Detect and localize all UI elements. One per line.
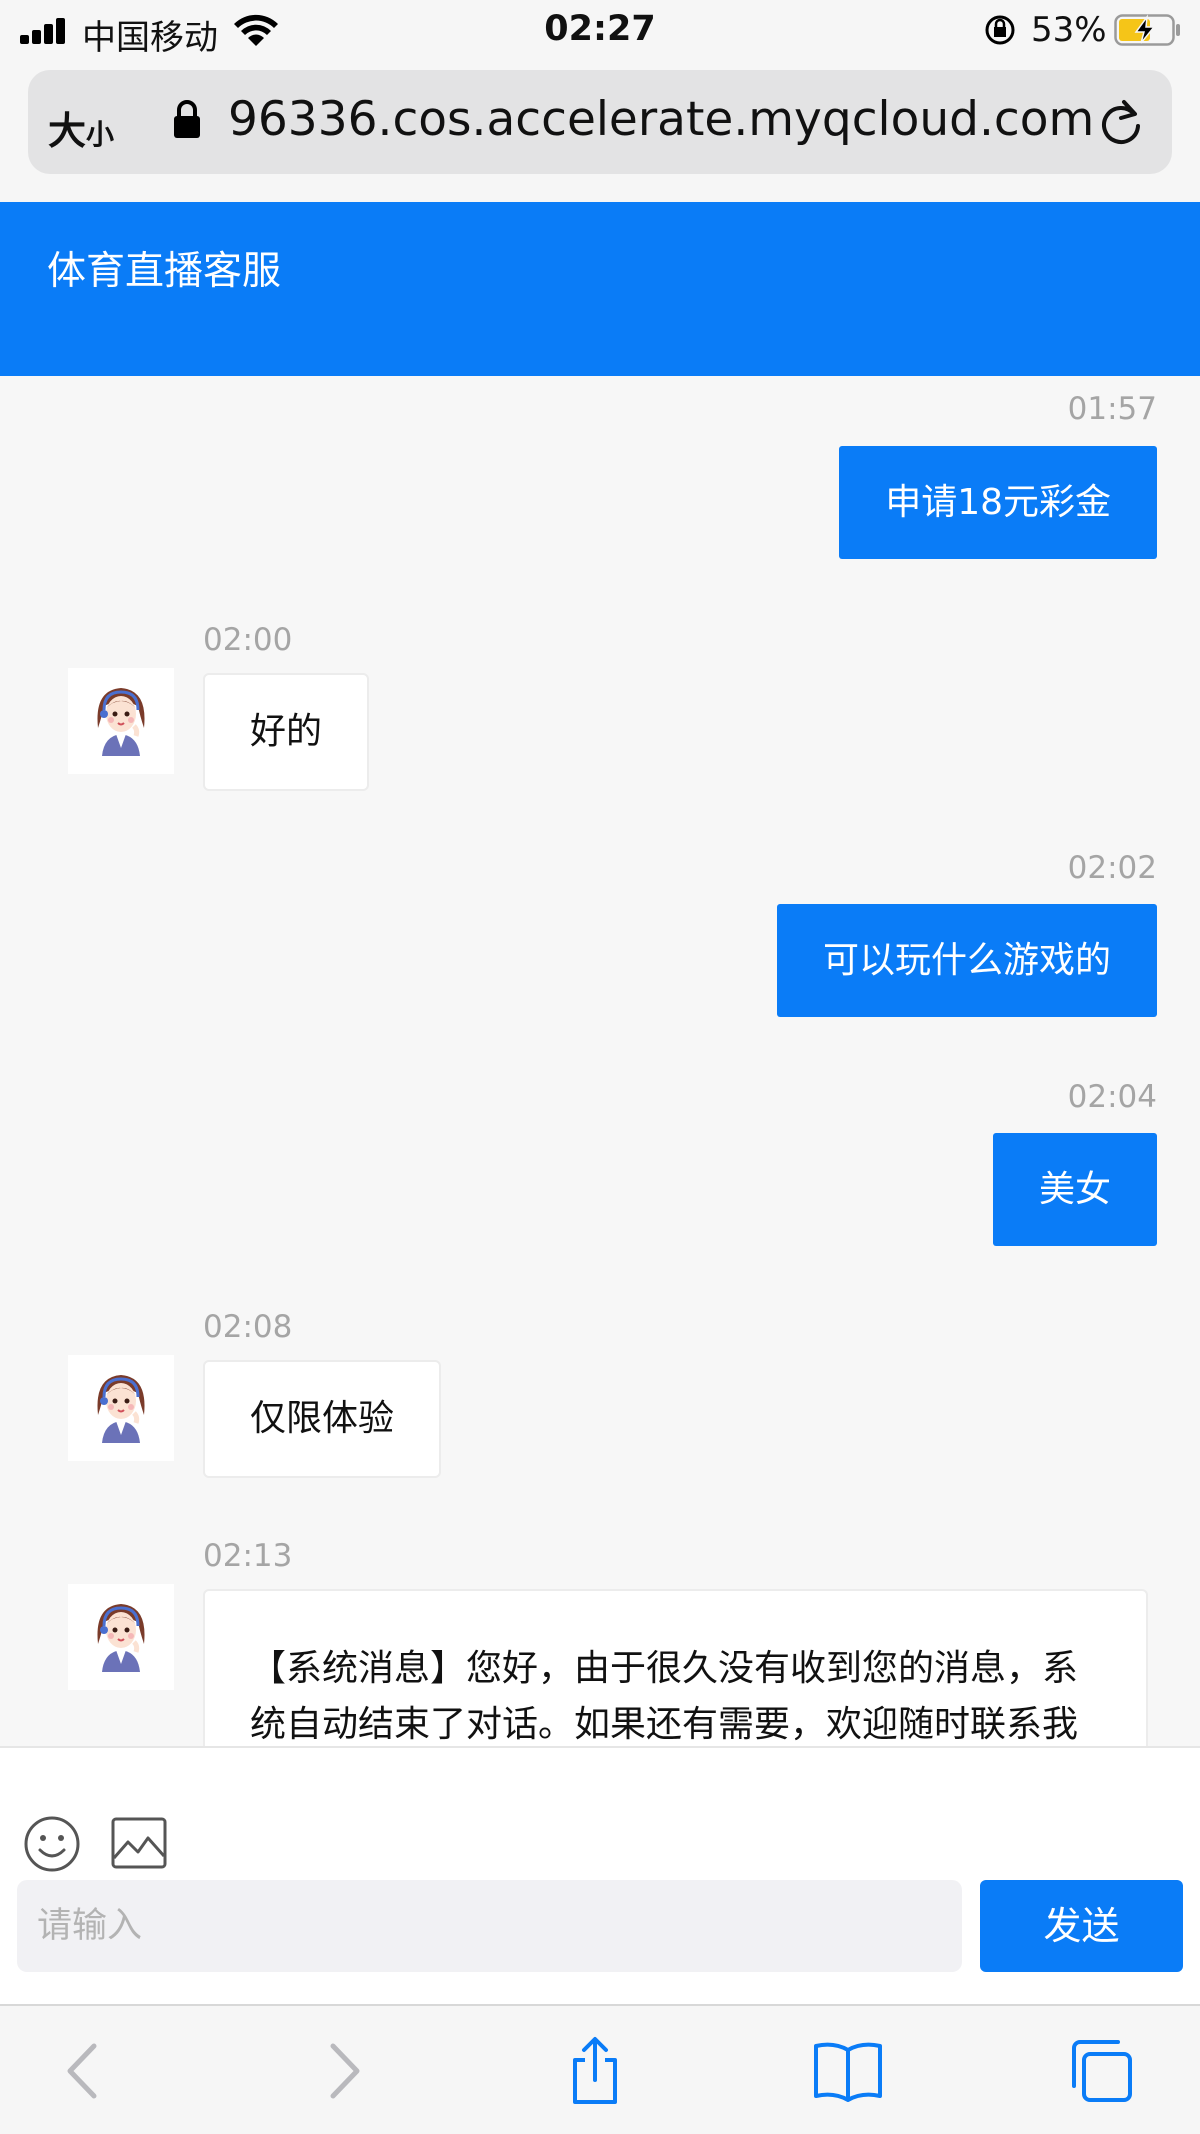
orientation-lock-icon: [985, 15, 1015, 45]
message-timestamp: 02:08: [203, 1309, 293, 1345]
battery-percent: 53%: [1031, 10, 1107, 50]
outgoing-message[interactable]: 可以玩什么游戏的: [776, 904, 1157, 1017]
incoming-message[interactable]: 好的: [203, 673, 370, 791]
status-bar: 中国移动 02:27 53%: [0, 0, 1200, 62]
incoming-message[interactable]: 仅限体验: [203, 1360, 442, 1478]
book-icon[interactable]: [812, 2036, 884, 2106]
tabs-icon[interactable]: [1066, 2036, 1138, 2106]
message-timestamp: 02:00: [203, 622, 293, 658]
image-icon[interactable]: [110, 1816, 168, 1870]
composer: 发送: [0, 1746, 1200, 2004]
system-message[interactable]: 【系统消息】您好，由于很久没有收到您的消息，系统自动结束了对话。如果还有需要，欢…: [203, 1589, 1148, 1746]
message-timestamp: 01:57: [1067, 391, 1157, 427]
battery-icon: [1114, 14, 1180, 46]
chat-messages[interactable]: 01:57 申请18元彩金 02:00 好的 02:02 可以玩什么游戏的 02…: [0, 376, 1200, 1746]
message-timestamp: 02:04: [1067, 1079, 1157, 1115]
chevron-right-icon[interactable]: [307, 2036, 379, 2106]
chat-header: 体育直播客服: [0, 202, 1200, 376]
clock: 02:27: [544, 9, 656, 49]
message-timestamp: 02:02: [1067, 850, 1157, 886]
agent-avatar: [68, 1355, 174, 1461]
lock-icon: [174, 100, 200, 138]
agent-avatar: [68, 1584, 174, 1690]
outgoing-message[interactable]: 申请18元彩金: [839, 446, 1157, 559]
smiley-icon[interactable]: [22, 1814, 82, 1874]
message-timestamp: 02:13: [203, 1538, 293, 1574]
page-title: 体育直播客服: [47, 249, 282, 294]
url-text[interactable]: 96336.cos.accelerate.myqcloud.com: [228, 92, 1094, 147]
message-input[interactable]: [17, 1880, 962, 1972]
send-button[interactable]: 发送: [980, 1880, 1183, 1972]
outgoing-message[interactable]: 美女: [992, 1133, 1157, 1246]
browser-toolbar: [0, 2004, 1200, 2134]
address-bar[interactable]: 大小 96336.cos.accelerate.myqcloud.com: [28, 70, 1172, 174]
browser-address-area: 大小 96336.cos.accelerate.myqcloud.com: [0, 62, 1200, 202]
share-icon[interactable]: [559, 2036, 631, 2106]
reload-icon[interactable]: [1096, 98, 1146, 148]
text-size-button[interactable]: 大小: [48, 100, 114, 155]
agent-avatar: [68, 668, 174, 774]
chevron-left-icon[interactable]: [48, 2036, 120, 2106]
